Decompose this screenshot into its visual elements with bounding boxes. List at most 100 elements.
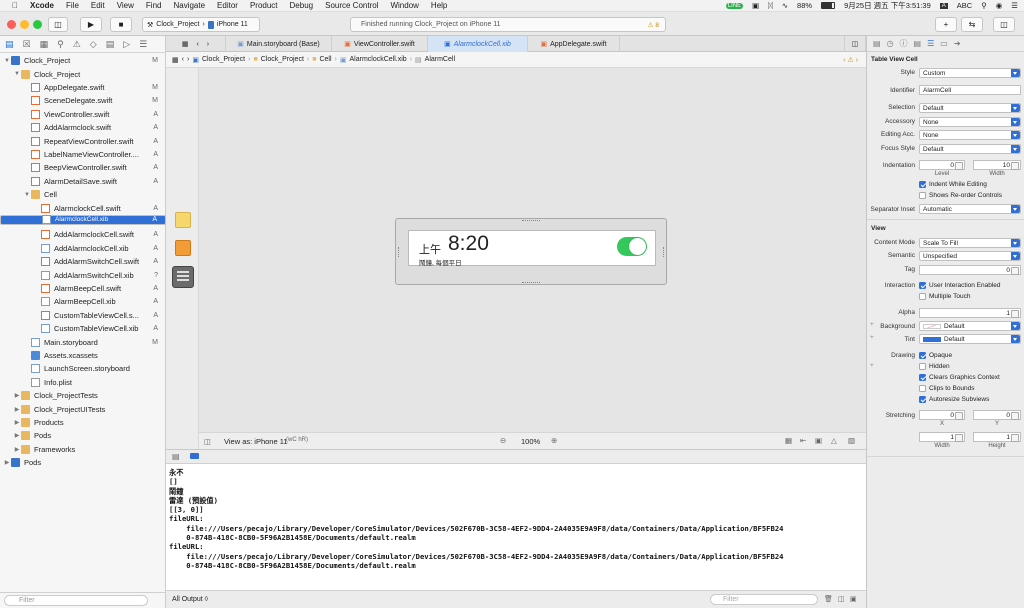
accessory-select[interactable]: None [919, 117, 1021, 127]
alarm-cell-content[interactable]: 上午 8:20 鬧鐘, 每個平日 [408, 230, 656, 267]
menubar-clock[interactable]: 9月25日 週五 下午3:51:39 [844, 0, 931, 11]
jumpbar-item[interactable]: Clock_Project [202, 56, 245, 63]
grid-icon[interactable]: ▦ [182, 40, 189, 48]
spotlight-icon[interactable]: ⚲ [981, 1, 987, 10]
library-button[interactable]: + [935, 17, 957, 32]
disclosure-closed-icon[interactable]: ▶ [13, 419, 21, 426]
content-mode-select[interactable]: Scale To Fill [919, 238, 1021, 248]
resize-handle-right[interactable] [661, 247, 664, 257]
input-source-label[interactable]: ABC [957, 1, 972, 10]
zoom-level[interactable]: 100% [521, 437, 540, 446]
focus-style-select[interactable]: Default [919, 144, 1021, 154]
jumpbar-item[interactable]: Cell [319, 56, 331, 63]
jumpbar-item[interactable]: AlarmCell [425, 56, 455, 63]
menu-find[interactable]: Find [146, 1, 162, 10]
warning-badge[interactable]: ⚠ 8 [648, 21, 659, 29]
forward-arrow-icon[interactable]: › [207, 41, 209, 48]
folder-nav-icon[interactable]: ▤ [5, 39, 14, 50]
indentation-level-stepper[interactable]: 0 [919, 160, 965, 170]
tint-select[interactable]: Default [919, 334, 1021, 344]
tree-row[interactable]: ▶ Products [0, 416, 166, 429]
issue-nav-icon[interactable]: ⚠ [73, 39, 81, 50]
output-selector[interactable]: All Output ◊ [172, 596, 208, 603]
style-select[interactable]: Custom [919, 68, 1021, 78]
tree-row[interactable]: ▼ Cell [0, 188, 166, 201]
jump-forward-icon[interactable]: › [187, 56, 189, 63]
menu-editor[interactable]: Editor [217, 1, 238, 10]
alarm-cell-frame[interactable]: 上午 8:20 鬧鐘, 每個平日 [395, 218, 667, 285]
semantic-select[interactable]: Unspecified [919, 251, 1021, 261]
breakpoint-toggle-icon[interactable] [190, 453, 199, 459]
menu-app-name[interactable]: Xcode [30, 1, 54, 10]
breakpoint-nav-icon[interactable]: ▷ [123, 39, 130, 50]
run-button[interactable]: ▶ [80, 17, 102, 32]
battery-icon[interactable] [821, 2, 836, 9]
tab-alarmclockcell-xib[interactable]: ▣ AlarmclockCell.xib [428, 36, 528, 52]
alarm-cell-object-icon[interactable] [172, 266, 194, 288]
menu-view[interactable]: View [117, 1, 134, 10]
menu-source-control[interactable]: Source Control [325, 1, 378, 10]
tree-row[interactable]: CustomTableViewCell.xib A [0, 322, 166, 335]
menu-product[interactable]: Product [250, 1, 278, 10]
time-label[interactable]: 8:20 [448, 232, 489, 256]
disclosure-closed-icon[interactable]: ▶ [13, 446, 21, 453]
user-icon[interactable]: ◉ [996, 1, 1003, 10]
first-responder-icon[interactable] [175, 240, 191, 256]
tree-row[interactable]: AppDelegate.swift M [0, 81, 166, 94]
report-nav-icon[interactable]: ☰ [139, 39, 147, 50]
menu-navigate[interactable]: Navigate [173, 1, 205, 10]
menu-debug[interactable]: Debug [290, 1, 314, 10]
tree-row[interactable]: AddAlarmclock.swift A [0, 121, 166, 134]
debug-nav-icon[interactable]: ▤ [106, 39, 115, 50]
identifier-field[interactable]: AlarmCell [919, 85, 1021, 95]
history-inspector-icon[interactable]: ◷ [887, 39, 894, 48]
tree-row[interactable]: ▼ Clock_Project [0, 67, 166, 80]
clears-graphics-checkbox[interactable]: Clears Graphics Context [919, 374, 1000, 381]
resize-handle-top[interactable] [522, 220, 540, 223]
background-select[interactable]: Default [919, 321, 1021, 331]
tree-row[interactable]: ▶ Clock_ProjectUITests [0, 402, 166, 415]
shows-reorder-checkbox[interactable]: Shows Re-order Controls [919, 192, 1002, 199]
tree-row[interactable]: Assets.xcassets [0, 349, 166, 362]
interface-builder-canvas[interactable]: 上午 8:20 鬧鐘, 每個平日 [199, 68, 866, 448]
console-filter-input[interactable]: Filter [710, 594, 818, 605]
hide-debug-area-icon[interactable]: ▤ [172, 452, 180, 461]
tree-row[interactable]: ▼ Clock_Project M [0, 54, 166, 67]
tree-row[interactable]: AlarmDetailSave.swift A [0, 175, 166, 188]
jump-back-icon[interactable]: ‹ [182, 56, 184, 63]
disclosure-closed-icon[interactable]: ▶ [13, 406, 21, 413]
tree-row[interactable]: AddAlarmclockCell.xib A [0, 242, 166, 255]
tree-row[interactable]: LabelNameViewController.... A [0, 148, 166, 161]
connections-inspector-icon[interactable]: ➜ [954, 39, 961, 48]
code-review-button[interactable]: ⇆ [961, 17, 983, 32]
tree-row[interactable]: CustomTableViewCell.s... A [0, 309, 166, 322]
navigator-filter-input[interactable]: Filter [4, 595, 148, 606]
quick-help-icon[interactable]: ⓘ [900, 38, 908, 49]
disclosure-closed-icon[interactable]: ▶ [13, 432, 21, 439]
tree-row[interactable]: LaunchScreen.storyboard [0, 362, 166, 375]
scheme-selector[interactable]: ⚒ Clock_Project › iPhone 11 [142, 17, 260, 32]
jumpbar-warning-icon[interactable]: ‹ ⚠ › [843, 56, 858, 64]
source-control-nav-icon[interactable]: ☒ [23, 39, 31, 50]
battery-percent[interactable]: 88% [797, 1, 812, 10]
tree-row[interactable]: AlarmclockCell.swift A [0, 201, 166, 214]
line-app-icon[interactable]: LINE [725, 2, 744, 9]
tree-row[interactable]: ▶ Frameworks [0, 443, 166, 456]
menu-window[interactable]: Window [390, 1, 418, 10]
notification-icon[interactable]: ☰ [1011, 1, 1018, 10]
tree-row[interactable]: BeepViewController.swift A [0, 161, 166, 174]
resolve-issues-icon[interactable]: △ [831, 436, 837, 445]
embed-in-icon[interactable]: ▧ [848, 436, 855, 445]
test-nav-icon[interactable]: ◇ [90, 39, 97, 50]
view-as-label[interactable]: View as: iPhone 11 [224, 437, 288, 446]
split-console-icon-2[interactable]: ▣ [850, 595, 857, 603]
update-frames-icon[interactable]: ▦ [785, 436, 792, 445]
console-output[interactable]: 永不[] 鬧鐘 雷達 (預設值) [[3, 0]] fileURL: file:///U… [166, 464, 866, 590]
view-as-size-class[interactable]: (wC hR) [286, 437, 308, 443]
alarm-switch[interactable] [617, 237, 647, 256]
stretch-y-stepper[interactable]: 0 [973, 410, 1021, 420]
menu-help[interactable]: Help [431, 1, 447, 10]
zoom-out-icon[interactable]: ⊖ [500, 436, 506, 445]
opaque-checkbox[interactable]: Opaque [919, 352, 952, 359]
pin-icon[interactable]: ▣ [815, 436, 822, 445]
